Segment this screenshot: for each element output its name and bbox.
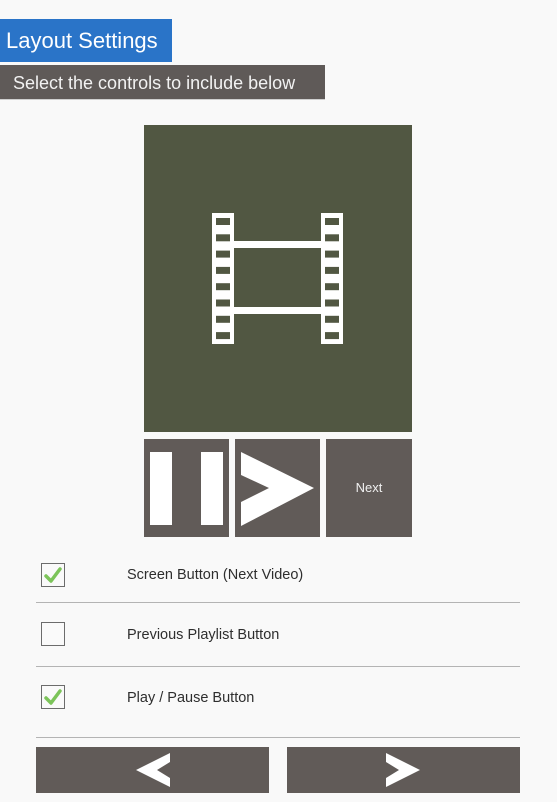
play-icon [241, 452, 314, 526]
back-button[interactable] [36, 747, 269, 793]
option-row-previous-playlist[interactable]: Previous Playlist Button [36, 604, 520, 664]
forward-button[interactable] [287, 747, 520, 793]
film-hole [216, 218, 230, 225]
pause-icon [150, 452, 223, 525]
film-hole [325, 218, 339, 225]
film-hole [216, 266, 230, 274]
next-button[interactable]: Next [326, 439, 412, 537]
chevron-left-icon [136, 753, 170, 787]
film-hole [325, 250, 339, 258]
film-hole [325, 234, 339, 242]
film-hole [216, 283, 230, 291]
checkbox-screen-button[interactable] [41, 563, 65, 587]
film-hole [216, 234, 230, 242]
option-label: Play / Pause Button [127, 690, 255, 706]
divider [36, 737, 520, 738]
divider [36, 666, 520, 667]
film-hole [216, 250, 230, 258]
layout-preview [144, 125, 412, 432]
option-row-play-pause[interactable]: Play / Pause Button [36, 668, 520, 728]
film-strip-icon [212, 213, 343, 344]
film-hole [325, 315, 339, 323]
instructions-banner: Select the controls to include below [0, 65, 325, 100]
film-hole [325, 266, 339, 274]
option-row-screen-button[interactable]: Screen Button (Next Video) [36, 546, 520, 606]
option-label: Previous Playlist Button [127, 627, 280, 643]
option-label: Screen Button (Next Video) [127, 567, 304, 583]
film-hole [216, 332, 230, 340]
play-button[interactable] [235, 439, 320, 537]
chevron-right-icon [386, 753, 420, 787]
checkbox-play-pause[interactable] [41, 685, 65, 709]
checkmark-icon [44, 567, 62, 583]
pause-button[interactable] [144, 439, 229, 537]
checkmark-icon [44, 689, 62, 705]
page-title: Layout Settings [0, 19, 172, 62]
checkbox-previous-playlist[interactable] [41, 622, 65, 646]
film-hole [216, 299, 230, 307]
film-hole [216, 315, 230, 323]
film-hole [325, 332, 339, 340]
divider [36, 602, 520, 603]
film-hole [325, 299, 339, 307]
film-hole [325, 283, 339, 291]
